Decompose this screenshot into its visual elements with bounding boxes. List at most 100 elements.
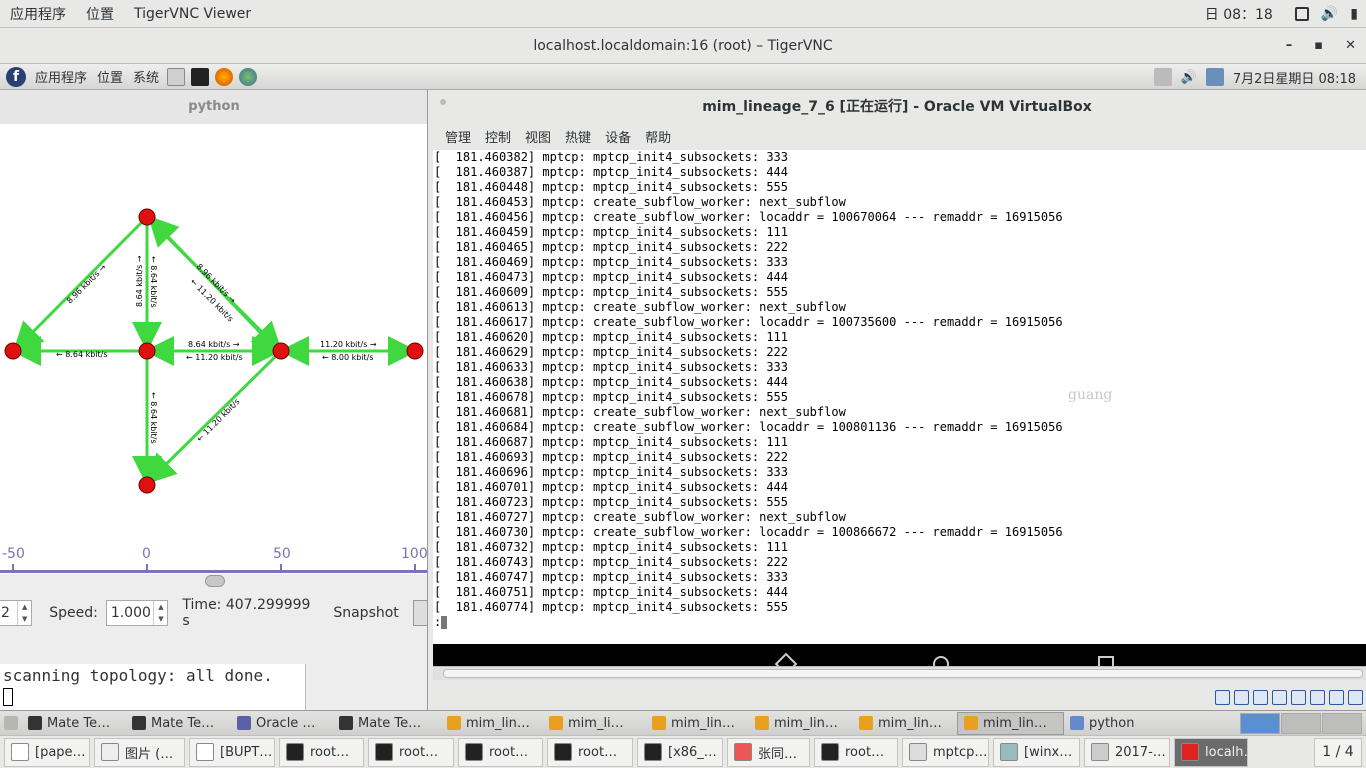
workspace-2[interactable] xyxy=(1281,712,1321,734)
host-task-item[interactable]: 2017-… xyxy=(1084,737,1170,767)
virtualbox-titlebar[interactable]: mim_lineage_7_6 [正在运行] - Oracle VM Virtu… xyxy=(428,90,1366,124)
firefox-icon[interactable] xyxy=(215,67,234,86)
remote-task-item[interactable]: mim_li… xyxy=(543,712,646,735)
host-status-area[interactable]: 日 08：18 🔊 ▮ xyxy=(1205,0,1358,28)
remote-task-item[interactable]: Mate Te… xyxy=(22,712,126,735)
remote-task-item[interactable]: Mate Te… xyxy=(126,712,231,735)
time-slider-thumb[interactable] xyxy=(205,575,225,587)
topology-node[interactable] xyxy=(406,342,424,360)
remote-task-item[interactable]: Oracle … xyxy=(231,712,333,735)
window-menu-icon[interactable] xyxy=(440,99,446,105)
workspace-switcher[interactable] xyxy=(1240,712,1362,734)
menu-machine[interactable]: 管理 xyxy=(438,127,478,146)
remote-datetime[interactable]: 7月2日星期日 08:18 xyxy=(1233,68,1356,87)
app-icon xyxy=(1070,716,1084,730)
python-console[interactable]: scanning topology: all done. xyxy=(0,664,306,715)
vm-horizontal-scrollbar[interactable] xyxy=(433,666,1366,680)
host-clock[interactable]: 日 08：18 xyxy=(1205,4,1273,24)
remote-task-item[interactable]: Mate Te… xyxy=(333,712,441,735)
hard-disk-icon[interactable] xyxy=(1215,690,1230,705)
remote-system-menu[interactable]: 系统 xyxy=(128,67,164,86)
remote-task-item[interactable]: mim_lin… xyxy=(853,712,957,735)
remote-places-menu[interactable]: 位置 xyxy=(92,67,128,86)
host-task-item[interactable]: root… xyxy=(368,737,454,767)
snapshot-button[interactable]: Snapshot xyxy=(333,605,398,621)
home-nav-icon[interactable] xyxy=(933,656,949,666)
vm-terminal[interactable]: [ 181.460382] mptcp: mptcp_init4_subsock… xyxy=(433,150,1366,644)
topology-node[interactable] xyxy=(272,342,290,360)
workspace-1[interactable] xyxy=(1240,712,1280,734)
topology-node[interactable] xyxy=(138,208,156,226)
usb-icon[interactable] xyxy=(1291,690,1306,705)
remote-task-item[interactable]: python xyxy=(1064,712,1164,735)
menu-hotkeys[interactable]: 热键 xyxy=(558,127,598,146)
minimize-button[interactable]: – xyxy=(1286,28,1293,64)
host-task-item[interactable]: root… xyxy=(547,737,633,767)
window-icon[interactable] xyxy=(1294,7,1309,21)
host-task-item[interactable]: root… xyxy=(814,737,898,767)
remote-task-item[interactable]: mim_lin… xyxy=(646,712,749,735)
show-desktop-icon[interactable] xyxy=(4,716,18,730)
host-active-app-menu[interactable]: TigerVNC Viewer xyxy=(124,6,261,22)
host-task-item[interactable]: 图片 (… xyxy=(94,737,185,767)
optical-drive-icon[interactable] xyxy=(1234,690,1249,705)
workspace-3[interactable] xyxy=(1322,712,1362,734)
network-icon[interactable] xyxy=(1272,690,1287,705)
task-label: [BUPT… xyxy=(220,744,273,760)
host-task-item[interactable]: mptcp… xyxy=(902,737,989,767)
close-button[interactable]: ✕ xyxy=(1345,28,1356,64)
host-task-item[interactable]: [pape… xyxy=(4,737,90,767)
topology-canvas[interactable]: ← 8.64 kbit/s 8.96 kbit/s → 8.96 kbit/s … xyxy=(0,124,428,574)
console-output: scanning topology: all done. xyxy=(3,666,273,685)
back-nav-icon[interactable] xyxy=(774,652,798,666)
vnc-window-title: localhost.localdomain:16 (root) – TigerV… xyxy=(533,38,833,54)
host-task-item[interactable]: root… xyxy=(458,737,543,767)
host-task-item[interactable]: localh… xyxy=(1174,737,1248,767)
terminal-line: [ 181.460732] mptcp: mptcp_init4_subsock… xyxy=(434,540,789,554)
workspace-pager[interactable]: 1 / 4 xyxy=(1314,737,1362,767)
host-task-item[interactable]: [winx… xyxy=(993,737,1080,767)
volume-icon[interactable]: 🔊 xyxy=(1181,70,1197,85)
fedora-logo-icon[interactable]: f xyxy=(6,66,26,87)
topology-node[interactable] xyxy=(4,342,22,360)
host-places-menu[interactable]: 位置 xyxy=(76,4,124,24)
remote-applications-menu[interactable]: 应用程序 xyxy=(30,67,92,86)
shared-folders-icon[interactable] xyxy=(1310,690,1325,705)
virtualbox-menubar: 管理 控制 视图 热键 设备 帮助 xyxy=(428,124,1366,148)
maximize-button[interactable]: ▪ xyxy=(1314,28,1323,64)
topology-node[interactable] xyxy=(138,342,156,360)
speed-spinbox[interactable]: 1.000 ▲ ▼ xyxy=(105,600,169,626)
file-manager-icon[interactable] xyxy=(167,67,186,86)
menu-control[interactable]: 控制 xyxy=(478,127,518,146)
host-task-item[interactable]: [BUPT… xyxy=(189,737,275,767)
spin-arrows-icon[interactable]: ▲ ▼ xyxy=(17,601,31,625)
menu-devices[interactable]: 设备 xyxy=(598,127,638,146)
menu-help[interactable]: 帮助 xyxy=(638,127,678,146)
recents-nav-icon[interactable] xyxy=(1098,656,1114,666)
terminal-icon[interactable] xyxy=(191,67,210,86)
network-icon[interactable] xyxy=(1205,68,1224,86)
host-task-item[interactable]: root… xyxy=(279,737,364,767)
terminal-line: [ 181.460459] mptcp: mptcp_init4_subsock… xyxy=(434,225,789,239)
host-task-item[interactable]: 张同… xyxy=(727,737,810,767)
host-applications-menu[interactable]: 应用程序 xyxy=(0,4,76,24)
display-icon[interactable] xyxy=(1329,690,1344,705)
remote-task-item[interactable]: mim_lin… xyxy=(441,712,543,735)
battery-icon[interactable]: ▮ xyxy=(1350,6,1358,22)
sample-spinbox[interactable]: 2 ▲ ▼ xyxy=(0,600,33,626)
host-task-item[interactable]: [x86_… xyxy=(637,737,723,767)
topology-node[interactable] xyxy=(138,476,156,494)
volume-icon[interactable]: 🔊 xyxy=(1321,6,1338,22)
keyboard-icon[interactable] xyxy=(1153,68,1172,86)
remote-task-item[interactable]: mim_lin… xyxy=(749,712,853,735)
network-tool-icon[interactable] xyxy=(239,67,258,86)
audio-icon[interactable] xyxy=(1253,690,1268,705)
play-button[interactable] xyxy=(412,600,428,626)
host-key-icon[interactable] xyxy=(1348,690,1363,705)
scrollbar-thumb[interactable] xyxy=(443,669,1363,678)
spin-arrows-icon[interactable]: ▲ ▼ xyxy=(153,601,167,625)
vnc-window-titlebar[interactable]: localhost.localdomain:16 (root) – TigerV… xyxy=(0,28,1366,64)
menu-view[interactable]: 视图 xyxy=(518,127,558,146)
time-slider-track[interactable] xyxy=(0,570,428,573)
remote-task-item[interactable]: mim_lin… xyxy=(957,711,1064,735)
